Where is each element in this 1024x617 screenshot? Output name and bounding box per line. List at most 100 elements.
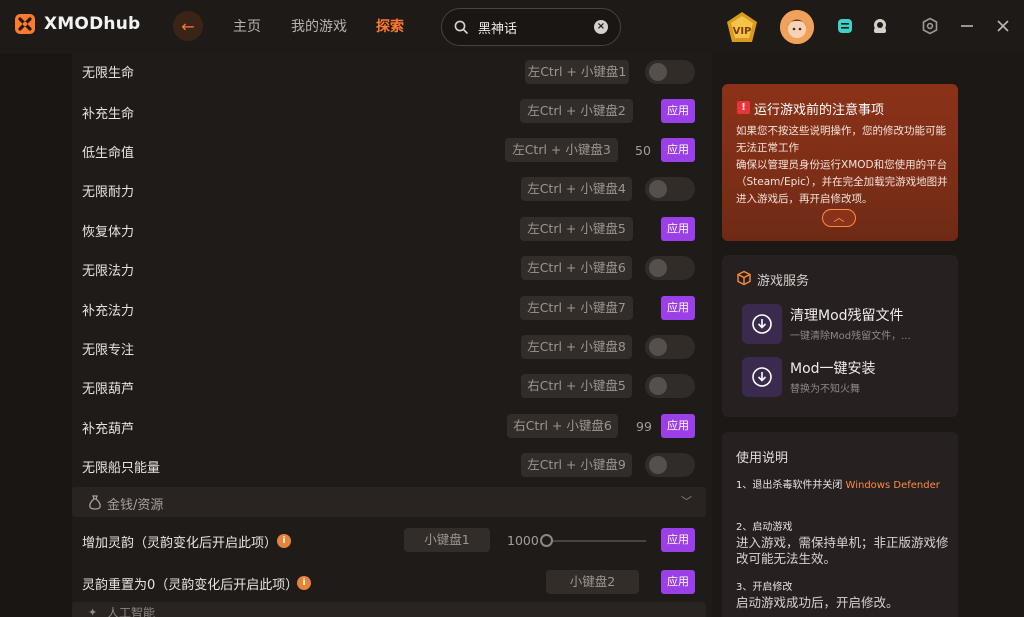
hotkey-box[interactable]: 左Ctrl + 小键盘6 bbox=[521, 256, 632, 280]
nav-explore[interactable]: 探索 bbox=[376, 16, 404, 36]
cheat-label: 补充法力 bbox=[82, 304, 135, 319]
usage-step-body: 启动游戏成功后，开启修改。 bbox=[736, 595, 899, 610]
apply-button[interactable]: 应用 bbox=[661, 570, 695, 594]
usage-step-body: 进入游戏，需保持单机；非正版游戏修改可能无法生效。 bbox=[736, 535, 949, 566]
warning-icon: ! bbox=[737, 101, 750, 114]
apply-button[interactable]: 应用 bbox=[661, 414, 695, 438]
cheat-label: 无限葫芦 bbox=[82, 382, 135, 397]
notice-line: 如果您不按这些说明操作，您的修改功能可能无法正常工作 bbox=[736, 125, 946, 154]
apply-button[interactable]: 应用 bbox=[661, 217, 695, 241]
cheat-row: 无限生命 左Ctrl + 小键盘1 bbox=[72, 53, 712, 92]
resource-row: 增加灵韵（灵韵变化后开启此项） i 小键盘1 1000 应用 bbox=[72, 521, 712, 560]
cheat-toggle[interactable] bbox=[645, 374, 695, 398]
usage-card: 使用说明 1、退出杀毒软件并关闭 Windows Defender 2、启动游戏… bbox=[722, 432, 958, 617]
svg-text:VIP: VIP bbox=[733, 26, 752, 37]
hotkey-box[interactable]: 左Ctrl + 小键盘8 bbox=[521, 335, 632, 359]
app-name: XMODhub bbox=[44, 14, 141, 34]
cheat-label: 补充生命 bbox=[82, 107, 135, 122]
usage-step-title: 2、启动游戏 bbox=[736, 522, 793, 533]
apply-button[interactable]: 应用 bbox=[661, 528, 695, 552]
cheat-toggle[interactable] bbox=[645, 335, 695, 359]
cheat-label: 低生命值 bbox=[82, 146, 135, 161]
slider-handle[interactable] bbox=[540, 534, 553, 547]
search-input[interactable]: 黑神话 bbox=[478, 18, 517, 37]
vip-badge-icon[interactable]: VIP bbox=[724, 10, 760, 44]
hotkey-box[interactable]: 小键盘2 bbox=[546, 570, 639, 594]
resource-value[interactable]: 1000 bbox=[507, 533, 539, 548]
apply-button[interactable]: 应用 bbox=[661, 296, 695, 320]
cheat-toggle[interactable] bbox=[645, 177, 695, 201]
usage-step-1: 1、退出杀毒软件并关闭 Windows Defender bbox=[736, 479, 951, 493]
download-icon bbox=[752, 314, 772, 334]
package-icon bbox=[737, 270, 751, 286]
cheat-row: 无限葫芦 右Ctrl + 小键盘5 bbox=[72, 367, 712, 406]
hotkey-box[interactable]: 小键盘1 bbox=[404, 528, 490, 552]
usage-title: 使用说明 bbox=[736, 451, 789, 466]
cheat-row: 低生命值 左Ctrl + 小键盘3 50 应用 bbox=[72, 131, 712, 170]
usage-highlight: Windows Defender bbox=[845, 480, 940, 491]
notice-title: 运行游戏前的注意事项 bbox=[754, 103, 885, 118]
resource-label: 增加灵韵（灵韵变化后开启此项） bbox=[82, 536, 278, 551]
cheat-toggle[interactable] bbox=[645, 453, 695, 477]
hotkey-box[interactable]: 左Ctrl + 小键盘4 bbox=[521, 177, 632, 201]
back-button[interactable]: ← bbox=[173, 11, 203, 41]
cheat-label: 恢复体力 bbox=[82, 225, 135, 240]
download-icon bbox=[752, 367, 772, 387]
clear-search-icon[interactable]: × bbox=[594, 20, 608, 34]
cheat-toggle[interactable] bbox=[645, 60, 695, 84]
apply-button[interactable]: 应用 bbox=[661, 138, 695, 162]
info-icon[interactable]: i bbox=[297, 576, 311, 590]
cheat-label: 无限专注 bbox=[82, 343, 135, 358]
cheat-row: 补充法力 左Ctrl + 小键盘7 应用 bbox=[72, 289, 712, 328]
cheat-label: 补充葫芦 bbox=[82, 422, 135, 437]
notice-card: ! 运行游戏前的注意事项 如果您不按这些说明操作，您的修改功能可能无法正常工作 … bbox=[722, 84, 958, 241]
cheat-row: 恢复体力 左Ctrl + 小键盘5 应用 bbox=[72, 210, 712, 249]
cheat-value[interactable]: 50 bbox=[635, 143, 651, 158]
info-icon[interactable]: i bbox=[277, 534, 291, 548]
service-mod-install[interactable]: Mod一键安装 替换为不知火舞 bbox=[742, 357, 952, 397]
apply-button[interactable]: 应用 bbox=[661, 99, 695, 123]
hotkey-box[interactable]: 左Ctrl + 小键盘1 bbox=[525, 60, 629, 84]
close-icon[interactable] bbox=[994, 17, 1012, 35]
nav-my-games[interactable]: 我的游戏 bbox=[291, 16, 347, 36]
game-service-card: 游戏服务 清理Mod残留文件 一键清除Mod残留文件，... Mod一键安装 替… bbox=[722, 255, 958, 417]
support-icon[interactable] bbox=[871, 17, 889, 35]
app-logo[interactable]: XMODhub bbox=[13, 12, 140, 36]
value-slider[interactable] bbox=[546, 540, 646, 542]
collapse-button[interactable]: ︿ bbox=[822, 209, 856, 227]
service-desc: 替换为不知火舞 bbox=[790, 384, 860, 395]
section-header-money[interactable]: 金钱/资源 ﹀ bbox=[72, 487, 706, 517]
hotkey-box[interactable]: 左Ctrl + 小键盘9 bbox=[521, 453, 632, 477]
service-title: 游戏服务 bbox=[757, 274, 810, 289]
cheat-row: 补充葫芦 右Ctrl + 小键盘6 99 应用 bbox=[72, 407, 712, 446]
hotkey-box[interactable]: 左Ctrl + 小键盘7 bbox=[520, 296, 633, 320]
section-label: 金钱/资源 bbox=[107, 498, 164, 513]
chevron-up-icon: ︿ bbox=[833, 211, 845, 224]
hotkey-box[interactable]: 左Ctrl + 小键盘3 bbox=[505, 138, 618, 162]
resource-row: 灵韵重置为0（灵韵变化后开启此项） i 小键盘2 应用 bbox=[72, 563, 712, 602]
user-avatar-icon bbox=[780, 10, 814, 44]
service-clean-mod[interactable]: 清理Mod残留文件 一键清除Mod残留文件，... bbox=[742, 304, 952, 344]
cheat-value[interactable]: 99 bbox=[636, 419, 652, 434]
cheat-list: 无限生命 左Ctrl + 小键盘1 补充生命 左Ctrl + 小键盘2 应用 低… bbox=[72, 53, 712, 617]
search-box[interactable]: 黑神话 × bbox=[441, 8, 621, 46]
ai-icon: ✦ bbox=[88, 606, 98, 617]
minimize-icon[interactable] bbox=[958, 17, 976, 35]
settings-icon[interactable] bbox=[921, 17, 939, 35]
xmod-logo-icon bbox=[15, 14, 35, 34]
section-label: 人工智能 bbox=[107, 606, 156, 617]
hotkey-box[interactable]: 右Ctrl + 小键盘6 bbox=[507, 414, 618, 438]
cheat-toggle[interactable] bbox=[645, 256, 695, 280]
cheat-row: 无限法力 左Ctrl + 小键盘6 bbox=[72, 249, 712, 288]
service-icon bbox=[742, 357, 782, 397]
hotkey-box[interactable]: 右Ctrl + 小键盘5 bbox=[521, 374, 632, 398]
avatar[interactable] bbox=[780, 10, 814, 44]
hotkey-box[interactable]: 左Ctrl + 小键盘5 bbox=[520, 217, 633, 241]
section-header-next[interactable]: ✦ 人工智能 bbox=[72, 602, 706, 617]
chat-icon[interactable] bbox=[836, 17, 854, 35]
hotkey-box[interactable]: 左Ctrl + 小键盘2 bbox=[520, 99, 633, 123]
notice-line: 确保以管理员身份运行XMOD和您使用的平台（Steam/Epic），并在完全加载… bbox=[736, 159, 948, 205]
cheat-label: 无限法力 bbox=[82, 264, 135, 279]
arrow-left-icon: ← bbox=[181, 16, 195, 36]
nav-home[interactable]: 主页 bbox=[233, 16, 261, 36]
